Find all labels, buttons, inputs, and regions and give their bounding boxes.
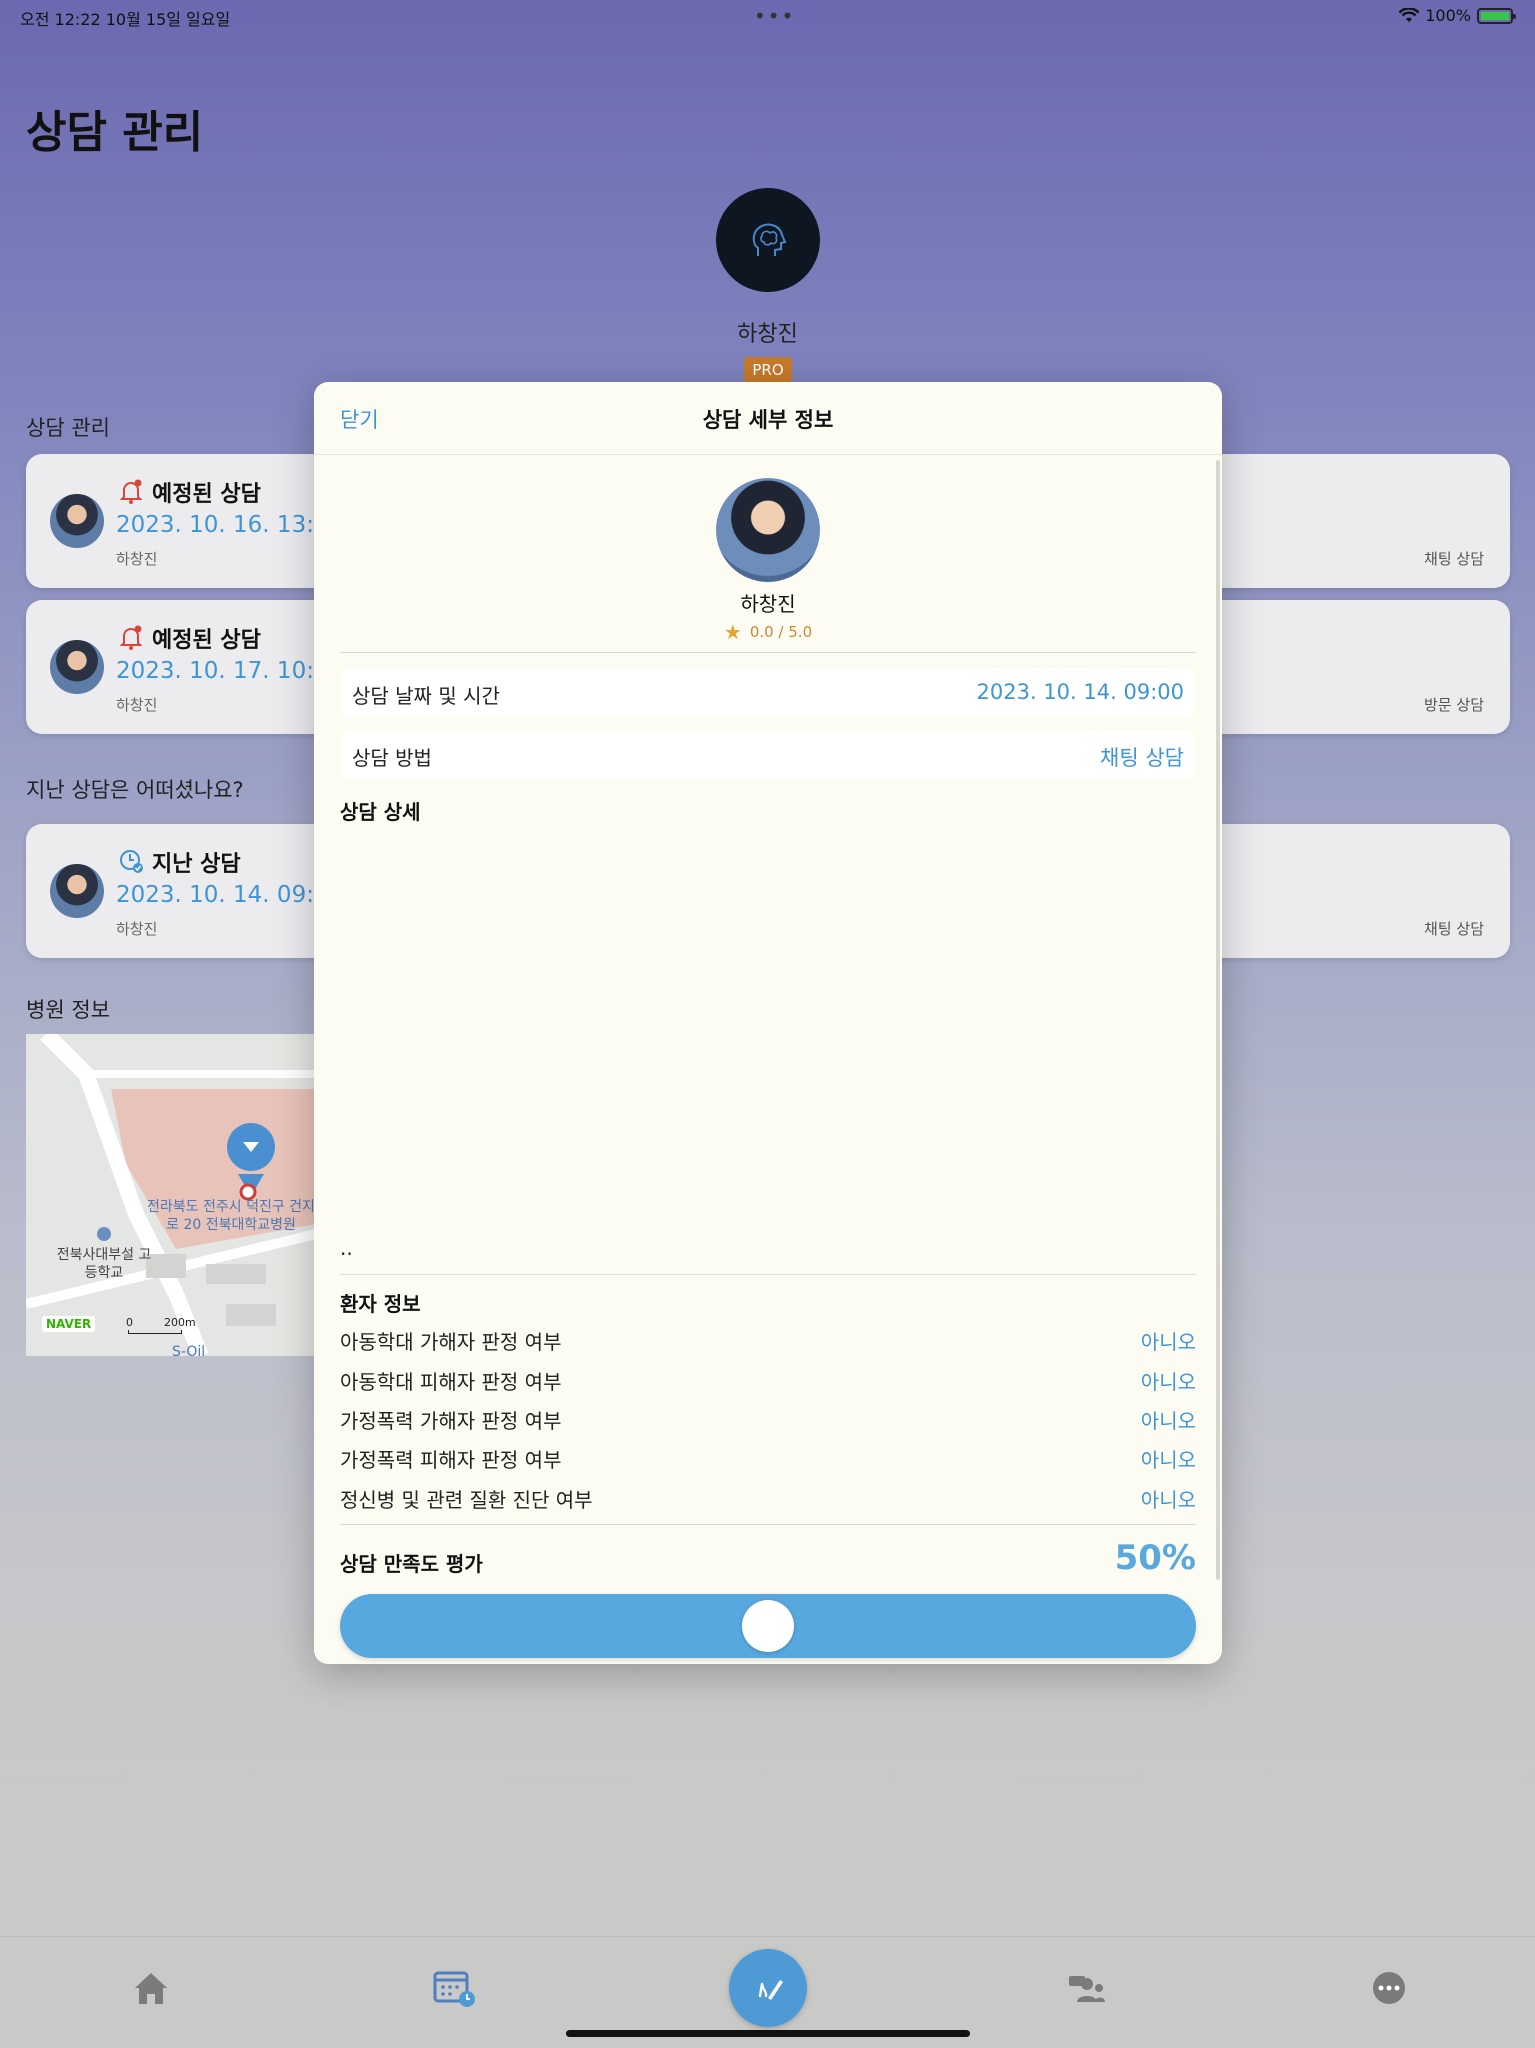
bell-icon xyxy=(119,479,143,504)
tab-more[interactable] xyxy=(1364,1963,1414,2013)
card-counselor: 하창진 xyxy=(116,550,158,568)
map-scale-bar xyxy=(128,1330,182,1334)
modal-header: 상담 세부 정보 닫기 xyxy=(314,382,1222,455)
patient-info-row: 아동학대 피해자 판정 여부 아니오 xyxy=(340,1366,1196,1396)
patient-info-value: 아니오 xyxy=(1140,1488,1196,1512)
rating-value: 0.0 / 5.0 xyxy=(749,623,813,641)
tab-write[interactable] xyxy=(729,1949,807,2027)
bell-icon xyxy=(119,625,143,650)
map-graphic xyxy=(26,1034,316,1356)
avatar xyxy=(50,864,104,918)
write-icon xyxy=(758,1980,783,2000)
map-scale: 200m xyxy=(164,1316,196,1329)
close-button[interactable]: 닫기 xyxy=(340,404,379,434)
satisfaction-value: 50% xyxy=(1114,1538,1196,1578)
slider-thumb[interactable] xyxy=(742,1600,794,1652)
patient-info-row: 가정폭력 피해자 판정 여부 아니오 xyxy=(340,1444,1196,1474)
modal-title: 상담 세부 정보 xyxy=(702,408,834,432)
divider xyxy=(340,652,1196,653)
satisfaction-label: 상담 만족도 평가 xyxy=(340,1552,483,1576)
pro-badge: PRO xyxy=(744,357,792,383)
avatar xyxy=(50,494,104,548)
patient-info-row: 가정폭력 가해자 판정 여부 아니오 xyxy=(340,1405,1196,1435)
patient-info-row: 아동학대 가해자 판정 여부 아니오 xyxy=(340,1326,1196,1356)
section-hospital-label: 병원 정보 xyxy=(26,998,110,1022)
patient-info-title: 환자 정보 xyxy=(340,1292,421,1316)
counselor-avatar xyxy=(716,478,820,582)
patient-info-label: 가정폭력 피해자 판정 여부 xyxy=(340,1448,562,1472)
star-icon: ★ xyxy=(723,620,742,644)
method-label: 상담 방법 xyxy=(352,746,432,770)
patient-info-value: 아니오 xyxy=(1140,1409,1196,1433)
map-address-label: 전라북도 전주시 덕진구 건지로 20 전북대학교병원 xyxy=(147,1199,315,1233)
detail-text: .. xyxy=(340,1236,353,1260)
card-title: 지난 상담 xyxy=(152,852,241,877)
multitask-dots[interactable]: ••• xyxy=(754,4,795,28)
patient-info-label: 가정폭력 가해자 판정 여부 xyxy=(340,1409,562,1433)
tab-schedule[interactable] xyxy=(429,1963,479,2013)
card-method: 방문 상담 xyxy=(1424,696,1484,714)
wifi-icon xyxy=(1399,7,1420,22)
map-scale-zero: 0 xyxy=(126,1316,133,1329)
battery-icon xyxy=(1477,7,1516,24)
tab-home[interactable] xyxy=(126,1963,176,2013)
card-datetime: 2023. 10. 17. 10:00 xyxy=(116,658,344,684)
datetime-label: 상담 날짜 및 시간 xyxy=(352,684,500,708)
datetime-row: 상담 날짜 및 시간 2023. 10. 14. 09:00 xyxy=(340,668,1196,718)
patient-info-value: 아니오 xyxy=(1140,1370,1196,1394)
method-value: 채팅 상담 xyxy=(1100,746,1184,770)
status-right: 100% xyxy=(1399,6,1516,25)
card-datetime: 2023. 10. 16. 13:00 xyxy=(116,512,344,538)
method-row: 상담 방법 채팅 상담 xyxy=(340,730,1196,780)
consult-detail-modal: 상담 세부 정보 닫기 하창진 ★ 0.0 / 5.0 상담 날짜 및 시간 20… xyxy=(314,382,1222,1664)
card-title: 예정된 상담 xyxy=(152,628,261,653)
clock-check-icon xyxy=(120,850,143,873)
rating: ★ 0.0 / 5.0 xyxy=(314,620,1222,644)
avatar xyxy=(50,640,104,694)
battery-percent: 100% xyxy=(1425,6,1471,25)
naver-logo: NAVER xyxy=(42,1316,96,1332)
card-counselor: 하창진 xyxy=(116,920,158,938)
patient-info-label: 아동학대 피해자 판정 여부 xyxy=(340,1370,562,1394)
patient-info-row: 정신병 및 관련 질환 진단 여부 아니오 xyxy=(340,1484,1196,1514)
satisfaction-slider[interactable] xyxy=(340,1594,1196,1658)
people-icon xyxy=(1069,1976,1105,2002)
section-manage-label: 상담 관리 xyxy=(26,416,110,440)
datetime-value: 2023. 10. 14. 09:00 xyxy=(976,680,1184,704)
home-icon xyxy=(135,1973,167,2004)
detail-title: 상담 상세 xyxy=(340,800,421,824)
patient-info-value: 아니오 xyxy=(1140,1448,1196,1472)
section-past-label: 지난 상담은 어떠셨나요? xyxy=(26,778,244,802)
card-datetime: 2023. 10. 14. 09:00 xyxy=(116,882,344,908)
profile-logo xyxy=(716,188,820,292)
calendar-icon xyxy=(433,1971,475,2007)
home-indicator xyxy=(566,2030,970,2037)
card-method: 채팅 상담 xyxy=(1424,550,1484,568)
patient-info-label: 정신병 및 관련 질환 진단 여부 xyxy=(340,1488,593,1512)
counselor-name: 하창진 xyxy=(740,592,796,616)
counselor-name: 하창진 xyxy=(737,322,798,347)
status-bar: 오전 12:22 10월 15일 일요일 ••• 100% xyxy=(0,0,1535,30)
divider xyxy=(340,1524,1196,1525)
map-poi-label: S-Oil xyxy=(172,1344,206,1356)
card-counselor: 하창진 xyxy=(116,696,158,714)
card-title: 예정된 상담 xyxy=(152,482,261,507)
more-icon xyxy=(1373,1972,1405,2004)
brain-head-icon xyxy=(752,223,787,256)
status-time-date: 오전 12:22 10월 15일 일요일 xyxy=(20,10,231,29)
patient-info-label: 아동학대 가해자 판정 여부 xyxy=(340,1330,562,1354)
map-school-label: 전북사대부설 고등학교 xyxy=(56,1247,152,1281)
card-method: 채팅 상담 xyxy=(1424,920,1484,938)
page-title: 상담 관리 xyxy=(26,107,204,158)
divider xyxy=(340,1274,1196,1275)
patient-info-value: 아니오 xyxy=(1140,1330,1196,1354)
tab-counselors[interactable] xyxy=(1062,1963,1112,2013)
hospital-map[interactable]: 전라북도 전주시 덕진구 건지로 20 전북대학교병원 전북사대부설 고등학교 … xyxy=(26,1034,316,1356)
